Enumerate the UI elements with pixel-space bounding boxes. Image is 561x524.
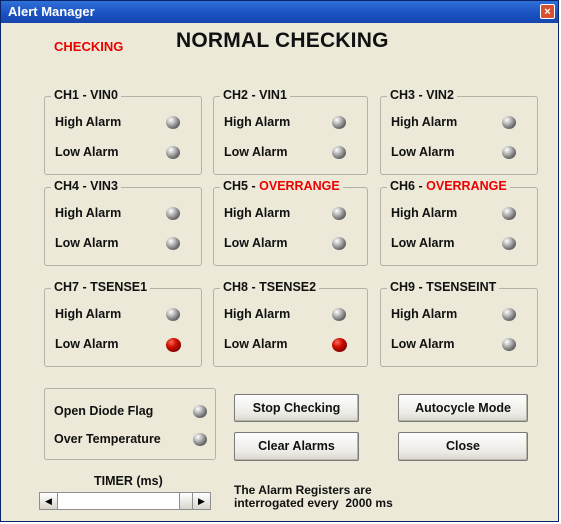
channel-name: CH3 - VIN2 — [390, 88, 454, 102]
high-alarm-label: High Alarm — [55, 206, 122, 220]
status-title: NORMAL CHECKING — [176, 29, 389, 52]
timer-slider[interactable]: ◀ ▶ — [39, 492, 211, 510]
channel-title: CH9 - TSENSEINT — [387, 280, 500, 294]
window-title: Alert Manager — [8, 4, 95, 19]
channel-overrange-flag: OVERRANGE — [255, 179, 340, 193]
channel-title: CH4 - VIN3 — [51, 179, 121, 193]
clear-alarms-button[interactable]: Clear Alarms — [234, 432, 359, 461]
low-alarm-label: Low Alarm — [391, 145, 455, 159]
alert-manager-window: Alert Manager × CHECKING NORMAL CHECKING… — [0, 0, 559, 522]
close-button[interactable]: Close — [398, 432, 528, 461]
channel-group: CH2 - VIN1 High Alarm Low Alarm — [213, 88, 368, 175]
high-alarm-led-icon — [502, 207, 516, 220]
high-alarm-led-icon — [166, 207, 180, 220]
low-alarm-label: Low Alarm — [224, 236, 288, 250]
close-window-icon[interactable]: × — [540, 4, 555, 19]
open-diode-led-icon — [193, 405, 207, 418]
high-alarm-label: High Alarm — [55, 115, 122, 129]
low-alarm-led-icon — [332, 338, 347, 352]
high-alarm-led-icon — [332, 207, 346, 220]
channel-title: CH8 - TSENSE2 — [220, 280, 320, 294]
low-alarm-led-icon — [502, 146, 516, 159]
channel-name: CH2 - VIN1 — [223, 88, 287, 102]
scroll-right-arrow-icon[interactable]: ▶ — [192, 493, 210, 509]
low-alarm-label: Low Alarm — [391, 236, 455, 250]
high-alarm-label: High Alarm — [224, 307, 291, 321]
high-alarm-label: High Alarm — [391, 115, 458, 129]
channel-name: CH4 - VIN3 — [54, 179, 118, 193]
timer-label: TIMER (ms) — [94, 474, 163, 488]
scroll-left-arrow-icon[interactable]: ◀ — [40, 493, 58, 509]
high-alarm-label: High Alarm — [391, 307, 458, 321]
high-alarm-led-icon — [166, 308, 180, 321]
low-alarm-led-icon — [166, 146, 180, 159]
high-alarm-label: High Alarm — [55, 307, 122, 321]
channel-group: CH5 - OVERRANGE High Alarm Low Alarm — [213, 179, 368, 266]
low-alarm-label: Low Alarm — [55, 337, 119, 351]
channel-group: CH4 - VIN3 High Alarm Low Alarm — [44, 179, 202, 266]
channel-overrange-flag: OVERRANGE — [422, 179, 507, 193]
channel-name: CH5 - — [223, 179, 256, 193]
channel-name: CH7 - TSENSE1 — [54, 280, 148, 294]
stop-checking-button[interactable]: Stop Checking — [234, 394, 359, 422]
channel-title: CH1 - VIN0 — [51, 88, 121, 102]
channel-name: CH6 - — [390, 179, 423, 193]
high-alarm-label: High Alarm — [224, 115, 291, 129]
low-alarm-led-icon — [502, 338, 516, 351]
channel-group: CH7 - TSENSE1 High Alarm Low Alarm — [44, 280, 202, 367]
channel-group: CH1 - VIN0 High Alarm Low Alarm — [44, 88, 202, 175]
high-alarm-led-icon — [332, 116, 346, 129]
channel-name: CH8 - TSENSE2 — [223, 280, 317, 294]
channel-group: CH3 - VIN2 High Alarm Low Alarm — [380, 88, 538, 175]
low-alarm-led-icon — [166, 237, 180, 250]
low-alarm-led-icon — [332, 237, 346, 250]
low-alarm-led-icon — [166, 338, 181, 352]
channel-name: CH9 - TSENSEINT — [390, 280, 497, 294]
channel-title: CH6 - OVERRANGE — [387, 179, 510, 193]
high-alarm-led-icon — [502, 308, 516, 321]
low-alarm-led-icon — [502, 237, 516, 250]
channel-group: CH8 - TSENSE2 High Alarm Low Alarm — [213, 280, 368, 367]
over-temperature-led-icon — [193, 433, 207, 446]
low-alarm-label: Low Alarm — [224, 337, 288, 351]
channel-title: CH3 - VIN2 — [387, 88, 457, 102]
low-alarm-label: Low Alarm — [391, 337, 455, 351]
high-alarm-led-icon — [166, 116, 180, 129]
autocycle-mode-button[interactable]: Autocycle Mode — [398, 394, 528, 422]
interval-line-2: interrogated every 2000 ms — [234, 496, 393, 510]
high-alarm-led-icon — [502, 116, 516, 129]
low-alarm-label: Low Alarm — [55, 145, 119, 159]
channel-name: CH1 - VIN0 — [54, 88, 118, 102]
channel-title: CH5 - OVERRANGE — [220, 179, 343, 193]
channel-group: CH6 - OVERRANGE High Alarm Low Alarm — [380, 179, 538, 266]
channel-title: CH7 - TSENSE1 — [51, 280, 151, 294]
high-alarm-led-icon — [332, 308, 346, 321]
low-alarm-label: Low Alarm — [55, 236, 119, 250]
high-alarm-label: High Alarm — [224, 206, 291, 220]
channel-group: CH9 - TSENSEINT High Alarm Low Alarm — [380, 280, 538, 367]
open-diode-flag-label: Open Diode Flag — [54, 404, 154, 418]
low-alarm-led-icon — [332, 146, 346, 159]
high-alarm-label: High Alarm — [391, 206, 458, 220]
flags-group: Open Diode Flag Over Temperature — [44, 388, 216, 460]
low-alarm-label: Low Alarm — [224, 145, 288, 159]
title-bar: Alert Manager × — [1, 1, 558, 23]
channel-title: CH2 - VIN1 — [220, 88, 290, 102]
interval-description: The Alarm Registers are interrogated eve… — [234, 484, 393, 510]
checking-status-label: CHECKING — [54, 39, 124, 54]
over-temperature-label: Over Temperature — [54, 432, 161, 446]
